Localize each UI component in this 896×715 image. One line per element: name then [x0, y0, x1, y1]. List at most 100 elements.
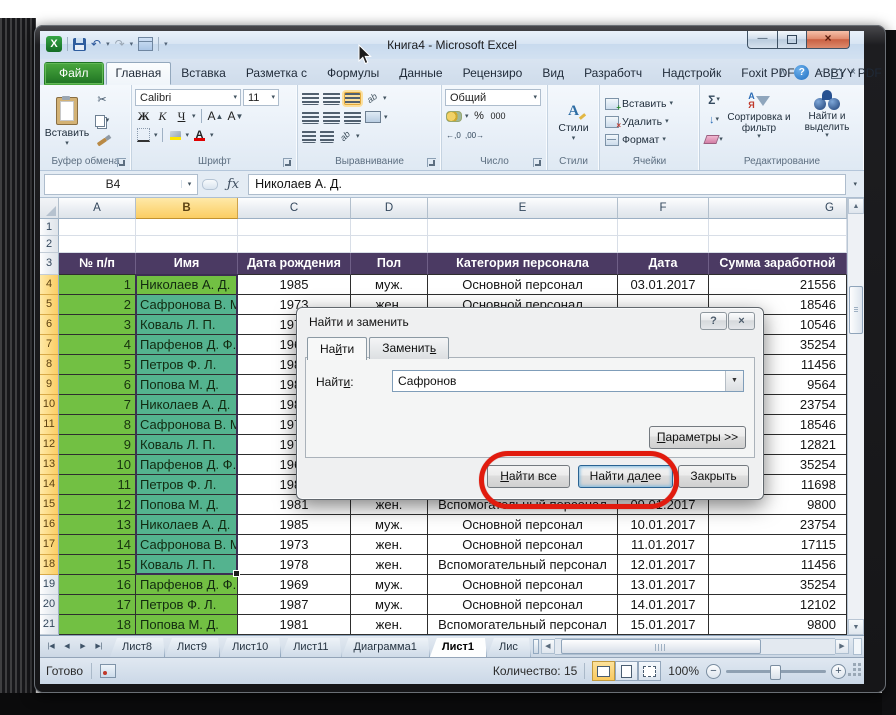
- cell-B4[interactable]: Николаев А. Д.: [136, 275, 238, 295]
- column-header-E[interactable]: E: [428, 198, 618, 219]
- ribbon-tab-Вставка[interactable]: Вставка: [171, 62, 236, 85]
- borders-button[interactable]: [135, 126, 152, 144]
- cell-D20[interactable]: муж.: [351, 595, 428, 615]
- zoom-slider-track[interactable]: [726, 670, 826, 673]
- formula-bar-splitter[interactable]: [202, 179, 218, 190]
- cell-B10[interactable]: Николаев А. Д.: [136, 395, 238, 415]
- cell-B20[interactable]: Петров Ф. Л.: [136, 595, 238, 615]
- cell-B13[interactable]: Парфенов Д. Ф.: [136, 455, 238, 475]
- cell-D16[interactable]: муж.: [351, 515, 428, 535]
- row-header-16[interactable]: 16: [40, 515, 59, 535]
- cell-A2[interactable]: [59, 236, 136, 253]
- dialog-help-icon[interactable]: ?: [700, 312, 727, 330]
- insert-cells-button[interactable]: +Вставить▾: [603, 95, 696, 113]
- dialog-launcher-icon[interactable]: [117, 158, 126, 167]
- format-painter-button[interactable]: [91, 132, 113, 151]
- cell-C17[interactable]: 1973: [238, 535, 351, 555]
- cell-A18[interactable]: 15: [59, 555, 136, 575]
- cell-G20[interactable]: 12102: [709, 595, 847, 615]
- cell-B12[interactable]: Коваль Л. П.: [136, 435, 238, 455]
- cell-B19[interactable]: Парфенов Д. Ф.: [136, 575, 238, 595]
- increase-decimal-button[interactable]: ←,0: [445, 126, 462, 144]
- cell-B15[interactable]: Попова М. Д.: [136, 495, 238, 515]
- dialog-launcher-icon[interactable]: [533, 158, 542, 167]
- row-header-9[interactable]: 9: [40, 375, 59, 395]
- ribbon-tab-Главная[interactable]: Главная: [106, 62, 172, 85]
- cell-B9[interactable]: Попова М. Д.: [136, 375, 238, 395]
- horizontal-scrollbar[interactable]: ◀ ▶: [541, 638, 849, 655]
- record-macro-icon[interactable]: [100, 664, 116, 678]
- cell-C18[interactable]: 1978: [238, 555, 351, 575]
- cell-B5[interactable]: Сафронова В. М.: [136, 295, 238, 315]
- expand-formula-bar-icon[interactable]: ▾: [850, 180, 860, 188]
- cell-D21[interactable]: жен.: [351, 615, 428, 635]
- cell-A11[interactable]: 8: [59, 415, 136, 435]
- cell-D19[interactable]: муж.: [351, 575, 428, 595]
- cell-E20[interactable]: Основной персонал: [428, 595, 618, 615]
- cell-F19[interactable]: 13.01.2017: [618, 575, 709, 595]
- sheet-tab-Диаграмма1[interactable]: Диаграмма1: [342, 638, 430, 657]
- underline-button[interactable]: Ч: [173, 107, 190, 125]
- cell-C16[interactable]: 1985: [238, 515, 351, 535]
- italic-button[interactable]: К: [154, 107, 171, 125]
- align-center-button[interactable]: [323, 111, 340, 124]
- cell-B14[interactable]: Петров Ф. Л.: [136, 475, 238, 495]
- collapse-ribbon-icon[interactable]: ∧: [779, 66, 786, 80]
- cell-A19[interactable]: 16: [59, 575, 136, 595]
- cell-A17[interactable]: 14: [59, 535, 136, 555]
- cell-G1[interactable]: [709, 219, 847, 236]
- cell-A7[interactable]: 4: [59, 335, 136, 355]
- row-header-12[interactable]: 12: [40, 435, 59, 455]
- workbook-restore-icon[interactable]: [831, 69, 842, 79]
- cell-A12[interactable]: 9: [59, 435, 136, 455]
- cell-C21[interactable]: 1981: [238, 615, 351, 635]
- cell-G4[interactable]: 21556: [709, 275, 847, 295]
- row-header-15[interactable]: 15: [40, 495, 59, 515]
- autosum-button[interactable]: Σ▾: [703, 90, 725, 109]
- row-header-6[interactable]: 6: [40, 315, 59, 335]
- cell-B8[interactable]: Петров Ф. Л.: [136, 355, 238, 375]
- row-header-11[interactable]: 11: [40, 415, 59, 435]
- cell-E17[interactable]: Основной персонал: [428, 535, 618, 555]
- ribbon-tab-Рецензиро[interactable]: Рецензиро: [453, 62, 533, 85]
- formula-input[interactable]: Николаев А. Д.: [248, 174, 846, 195]
- cell-A16[interactable]: 13: [59, 515, 136, 535]
- column-header-D[interactable]: D: [351, 198, 428, 219]
- column-header-B[interactable]: B: [136, 198, 238, 219]
- find-next-button[interactable]: Найти далее: [578, 465, 673, 488]
- close-button[interactable]: ×: [807, 31, 850, 49]
- tab-splitter[interactable]: [533, 639, 539, 654]
- resize-grip[interactable]: [853, 663, 856, 666]
- decrease-decimal-button[interactable]: ,00→: [464, 126, 485, 144]
- cell-C4[interactable]: 1985: [238, 275, 351, 295]
- ribbon-tab-Файл[interactable]: Файл: [44, 62, 104, 85]
- zoom-in-button[interactable]: +: [831, 664, 846, 679]
- zoom-slider-thumb[interactable]: [770, 665, 781, 680]
- cell-E16[interactable]: Основной персонал: [428, 515, 618, 535]
- thousands-button[interactable]: 000: [490, 107, 507, 125]
- cell-B6[interactable]: Коваль Л. П.: [136, 315, 238, 335]
- workbook-close-icon[interactable]: ×: [850, 66, 856, 80]
- name-box-dropdown-icon[interactable]: ▾: [181, 180, 197, 188]
- select-all-corner[interactable]: [40, 198, 59, 219]
- dialog-launcher-icon[interactable]: [427, 158, 436, 167]
- row-header-8[interactable]: 8: [40, 355, 59, 375]
- cell-B11[interactable]: Сафронова В. М.: [136, 415, 238, 435]
- align-right-button[interactable]: [344, 111, 361, 124]
- column-header-A[interactable]: A: [59, 198, 136, 219]
- cell-A21[interactable]: 18: [59, 615, 136, 635]
- scroll-down-icon[interactable]: ▼: [848, 619, 864, 635]
- align-top-button[interactable]: [302, 92, 319, 105]
- row-header-1[interactable]: 1: [40, 219, 59, 236]
- sort-filter-button[interactable]: АЯ Сортировка и фильтр▾: [725, 88, 793, 155]
- row-header-20[interactable]: 20: [40, 595, 59, 615]
- cell-C20[interactable]: 1987: [238, 595, 351, 615]
- cell-F4[interactable]: 03.01.2017: [618, 275, 709, 295]
- cell-D4[interactable]: муж.: [351, 275, 428, 295]
- ribbon-tab-Разметка с[interactable]: Разметка с: [236, 62, 317, 85]
- row-header-18[interactable]: 18: [40, 555, 59, 575]
- horizontal-scroll-thumb[interactable]: [561, 639, 761, 654]
- cell-C1[interactable]: [238, 219, 351, 236]
- ribbon-tab-Надстройк[interactable]: Надстройк: [652, 62, 731, 85]
- zoom-out-button[interactable]: −: [706, 664, 721, 679]
